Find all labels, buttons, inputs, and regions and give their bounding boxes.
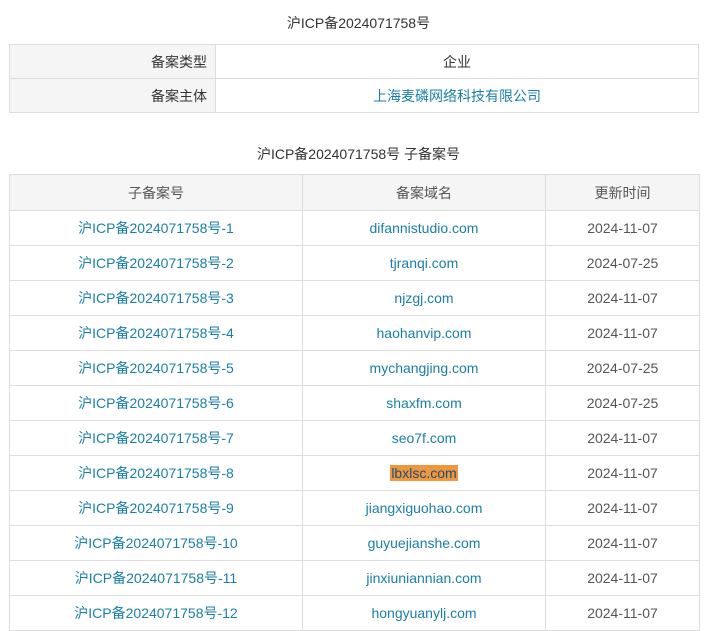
domain-link[interactable]: mychangjing.com xyxy=(302,350,546,386)
table-row: 沪ICP备2024071758号-9 jiangxiguohao.com 202… xyxy=(9,490,700,526)
sub-number-link[interactable]: 沪ICP备2024071758号-10 xyxy=(9,525,303,561)
sub-number-link[interactable]: 沪ICP备2024071758号-5 xyxy=(9,350,303,386)
table-row: 沪ICP备2024071758号-10 guyuejianshe.com 202… xyxy=(9,525,700,561)
domain-link[interactable]: hongyuanylj.com xyxy=(302,595,546,631)
table-row: 沪ICP备2024071758号-2 tjranqi.com 2024-07-2… xyxy=(9,245,700,281)
table-row: 沪ICP备2024071758号-11 jinxiuniannian.com 2… xyxy=(9,560,700,596)
update-date: 2024-11-07 xyxy=(545,420,700,456)
sub-number-link[interactable]: 沪ICP备2024071758号-9 xyxy=(9,490,303,526)
sub-number-link[interactable]: 沪ICP备2024071758号-7 xyxy=(9,420,303,456)
table-header-row: 子备案号 备案域名 更新时间 xyxy=(9,174,700,211)
table-row: 沪ICP备2024071758号-8 lbxlsc.com 2024-11-07 xyxy=(9,455,700,491)
sub-number-link[interactable]: 沪ICP备2024071758号-8 xyxy=(9,455,303,491)
sub-records-table: 子备案号 备案域名 更新时间 沪ICP备2024071758号-1 difann… xyxy=(9,174,700,631)
domain-link[interactable]: tjranqi.com xyxy=(302,245,546,281)
page-title: 沪ICP备2024071758号 xyxy=(286,15,431,31)
update-date: 2024-11-07 xyxy=(545,525,700,561)
sub-number-link[interactable]: 沪ICP备2024071758号-3 xyxy=(9,280,303,316)
table-row: 沪ICP备2024071758号-7 seo7f.com 2024-11-07 xyxy=(9,420,700,456)
domain-link[interactable]: seo7f.com xyxy=(302,420,546,456)
sub-number-link[interactable]: 沪ICP备2024071758号-4 xyxy=(9,315,303,351)
record-entity-row: 备案主体 上海麦磷网络科技有限公司 xyxy=(9,78,699,113)
table-row: 沪ICP备2024071758号-1 difannistudio.com 202… xyxy=(9,210,700,246)
domain-link[interactable]: jiangxiguohao.com xyxy=(302,490,546,526)
record-entity-label: 备案主体 xyxy=(9,78,216,113)
header-domain: 备案域名 xyxy=(302,174,546,211)
domain-link[interactable]: haohanvip.com xyxy=(302,315,546,351)
record-type-value: 企业 xyxy=(215,44,699,79)
update-date: 2024-11-07 xyxy=(545,595,700,631)
table-row: 沪ICP备2024071758号-12 hongyuanylj.com 2024… xyxy=(9,595,700,631)
domain-link[interactable]: difannistudio.com xyxy=(302,210,546,246)
record-type-row: 备案类型 企业 xyxy=(9,44,699,79)
table-row: 沪ICP备2024071758号-6 shaxfm.com 2024-07-25 xyxy=(9,385,700,421)
update-date: 2024-11-07 xyxy=(545,560,700,596)
sub-records-title: 沪ICP备2024071758号 子备案号 xyxy=(256,146,461,162)
update-date: 2024-11-07 xyxy=(545,490,700,526)
record-info-table: 备案类型 企业 备案主体 上海麦磷网络科技有限公司 xyxy=(9,44,699,113)
update-date: 2024-07-25 xyxy=(545,350,700,386)
header-sub-number: 子备案号 xyxy=(9,174,303,211)
domain-link[interactable]: shaxfm.com xyxy=(302,385,546,421)
header-update-time: 更新时间 xyxy=(545,174,700,211)
table-row: 沪ICP备2024071758号-3 njzgj.com 2024-11-07 xyxy=(9,280,700,316)
domain-cell: lbxlsc.com xyxy=(302,455,546,491)
record-type-label: 备案类型 xyxy=(9,44,216,79)
sub-number-link[interactable]: 沪ICP备2024071758号-12 xyxy=(9,595,303,631)
update-date: 2024-11-07 xyxy=(545,455,700,491)
highlighted-domain-link[interactable]: lbxlsc.com xyxy=(390,465,458,481)
table-row: 沪ICP备2024071758号-4 haohanvip.com 2024-11… xyxy=(9,315,700,351)
sub-number-link[interactable]: 沪ICP备2024071758号-1 xyxy=(9,210,303,246)
domain-link[interactable]: jinxiuniannian.com xyxy=(302,560,546,596)
table-row: 沪ICP备2024071758号-5 mychangjing.com 2024-… xyxy=(9,350,700,386)
update-date: 2024-07-25 xyxy=(545,385,700,421)
sub-number-link[interactable]: 沪ICP备2024071758号-2 xyxy=(9,245,303,281)
domain-link[interactable]: guyuejianshe.com xyxy=(302,525,546,561)
domain-link[interactable]: njzgj.com xyxy=(302,280,546,316)
sub-number-link[interactable]: 沪ICP备2024071758号-11 xyxy=(9,560,303,596)
update-date: 2024-07-25 xyxy=(545,245,700,281)
update-date: 2024-11-07 xyxy=(545,210,700,246)
sub-number-link[interactable]: 沪ICP备2024071758号-6 xyxy=(9,385,303,421)
update-date: 2024-11-07 xyxy=(545,315,700,351)
record-entity-link[interactable]: 上海麦磷网络科技有限公司 xyxy=(215,78,699,113)
update-date: 2024-11-07 xyxy=(545,280,700,316)
